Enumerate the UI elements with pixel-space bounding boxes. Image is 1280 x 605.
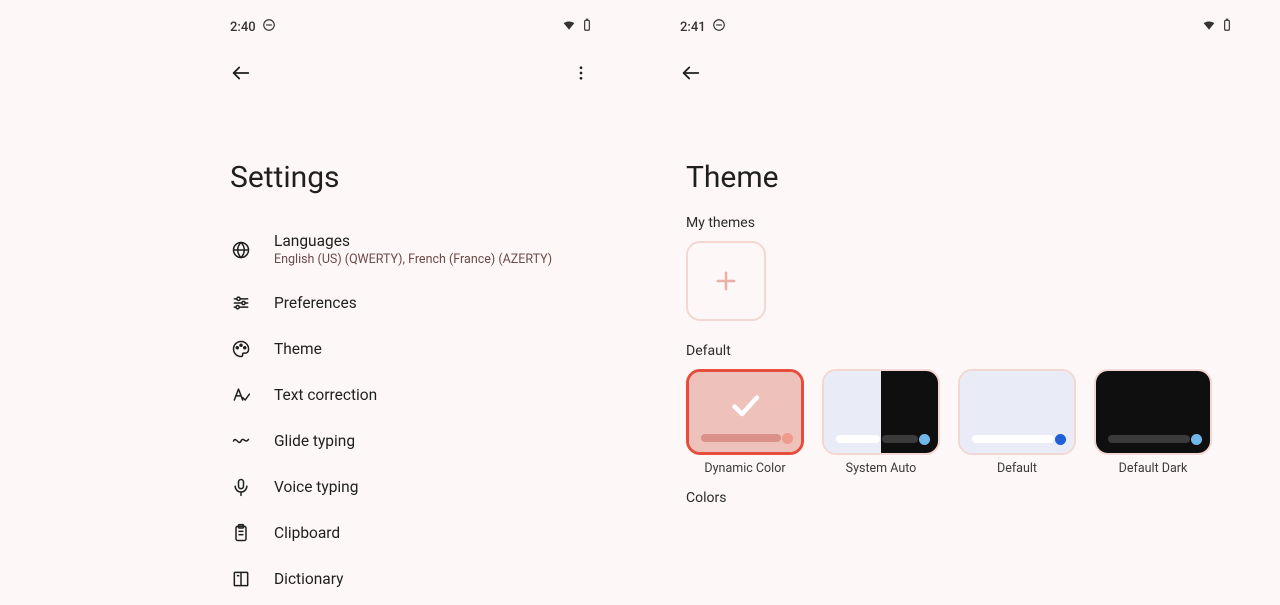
status-bar: 2:41 [680, 18, 1240, 36]
add-theme-button[interactable] [686, 241, 766, 321]
globe-icon [230, 240, 252, 260]
wifi-icon [562, 18, 576, 36]
overflow-menu-button[interactable] [572, 64, 594, 86]
theme-name: Dynamic Color [686, 455, 804, 476]
default-theme-grid: Dynamic Color System Auto Defa [680, 369, 1240, 476]
theme-name: Default [958, 455, 1076, 476]
battery-icon [1220, 18, 1234, 36]
settings-item-clipboard[interactable]: Clipboard [230, 510, 600, 556]
check-icon [727, 387, 763, 427]
settings-item-label: Preferences [274, 294, 357, 312]
settings-item-label: Glide typing [274, 432, 355, 450]
settings-item-label: Languages [274, 232, 552, 250]
settings-item-glide-typing[interactable]: Glide typing [230, 418, 600, 464]
palette-icon [230, 339, 252, 359]
page-title: Settings [40, 88, 600, 219]
theme-name: System Auto [822, 455, 940, 476]
settings-item-theme[interactable]: Theme [230, 326, 600, 372]
settings-item-label: Text correction [274, 386, 377, 404]
wifi-icon [1202, 18, 1216, 36]
settings-item-label: Clipboard [274, 524, 340, 542]
book-icon [230, 569, 252, 589]
my-themes-label: My themes [680, 215, 1240, 241]
theme-default-dark[interactable]: Default Dark [1094, 369, 1212, 476]
text-correction-icon [230, 385, 252, 405]
settings-item-sub: English (US) (QWERTY), French (France) (… [274, 252, 552, 267]
settings-item-dictionary[interactable]: Dictionary [230, 556, 600, 602]
settings-item-languages[interactable]: Languages English (US) (QWERTY), French … [230, 219, 600, 280]
settings-item-label: Voice typing [274, 478, 358, 496]
settings-list: Languages English (US) (QWERTY), French … [40, 219, 600, 602]
page-title: Theme [680, 88, 1240, 215]
clipboard-icon [230, 523, 252, 543]
settings-item-label: Dictionary [274, 570, 343, 588]
default-label: Default [680, 343, 1240, 369]
status-time: 2:40 [230, 20, 256, 35]
dnd-icon [262, 18, 276, 36]
theme-dynamic-color[interactable]: Dynamic Color [686, 369, 804, 476]
back-button[interactable] [680, 62, 702, 88]
colors-label: Colors [680, 476, 1240, 516]
settings-item-preferences[interactable]: Preferences [230, 280, 600, 326]
dnd-icon [712, 18, 726, 36]
back-button[interactable] [230, 62, 252, 88]
settings-screen: 2:40 Settings [0, 18, 640, 605]
status-bar: 2:40 [40, 18, 600, 36]
status-time: 2:41 [680, 20, 706, 35]
battery-icon [580, 18, 594, 36]
theme-default[interactable]: Default [958, 369, 1076, 476]
theme-system-auto[interactable]: System Auto [822, 369, 940, 476]
settings-item-voice-typing[interactable]: Voice typing [230, 464, 600, 510]
theme-name: Default Dark [1094, 455, 1212, 476]
settings-item-label: Theme [274, 340, 322, 358]
mic-icon [230, 477, 252, 497]
gesture-icon [230, 431, 252, 451]
theme-screen: 2:41 Theme My themes [640, 18, 1280, 605]
settings-item-text-correction[interactable]: Text correction [230, 372, 600, 418]
sliders-icon [230, 293, 252, 313]
